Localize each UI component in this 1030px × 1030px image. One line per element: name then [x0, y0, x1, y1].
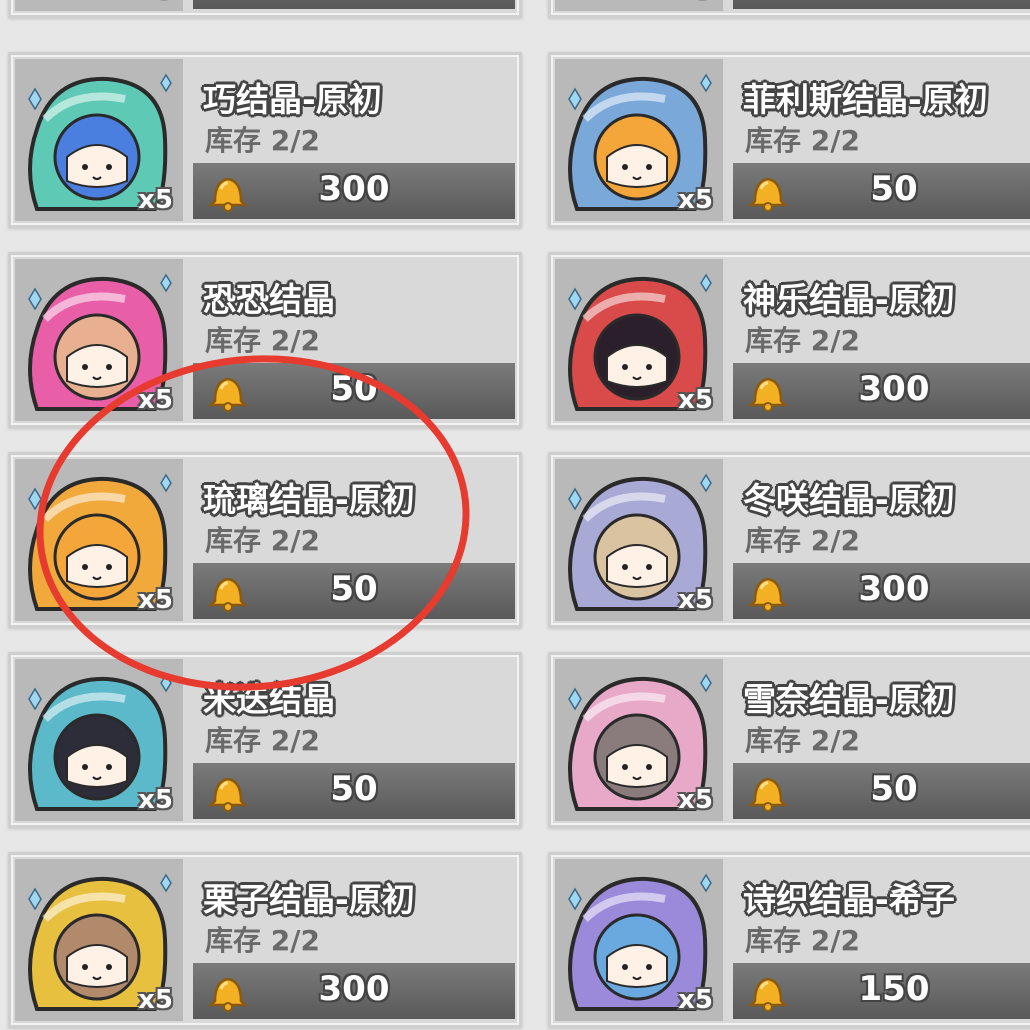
item-quantity: x5 — [678, 985, 713, 1015]
item-thumbnail: x10 — [15, 0, 183, 11]
item-stock: 库存 2/2 — [205, 124, 320, 157]
price-bar[interactable]: 50 — [733, 163, 1030, 219]
item-price: 50 — [870, 769, 918, 809]
price-bar: 480 — [193, 0, 515, 9]
shop-item-card[interactable]: x5 菲利斯结晶-原初 库存 2/2 50 — [548, 52, 1030, 228]
item-quantity: x5 — [678, 785, 713, 815]
item-thumbnail: x5 — [555, 859, 723, 1021]
item-quantity: x5 — [138, 985, 173, 1015]
item-thumbnail: x5 — [15, 859, 183, 1021]
shop-item-card[interactable]: x5 神乐结晶-原初 库存 2/2 300 — [548, 252, 1030, 428]
item-name: 米迭结晶 — [203, 680, 335, 719]
item-name: 巧结晶-原初 — [203, 80, 382, 119]
item-name: 诗织结晶-希子 — [743, 880, 955, 919]
item-stock: 库存 2/2 — [745, 924, 860, 957]
shop-item-card-partial-left[interactable]: x10 480 — [8, 0, 522, 18]
item-quantity: x5 — [138, 185, 173, 215]
item-thumbnail: x5 — [15, 259, 183, 421]
item-quantity: x5 — [678, 185, 713, 215]
price-bar[interactable]: 300 — [193, 163, 515, 219]
item-stock: 库存 2/2 — [205, 724, 320, 757]
item-quantity: x10 — [120, 0, 173, 5]
price-bar[interactable]: 300 — [193, 963, 515, 1019]
item-stock: 库存 2/2 — [745, 324, 860, 357]
item-thumbnail: x5 — [555, 0, 723, 11]
item-thumbnail: x5 — [555, 459, 723, 621]
price-bar[interactable]: 50 — [733, 763, 1030, 819]
shop-item-card[interactable]: x5 冬咲结晶-原初 库存 2/2 300 — [548, 452, 1030, 628]
item-quantity: x5 — [138, 585, 173, 615]
item-price: 300 — [858, 369, 930, 409]
item-thumbnail: x5 — [555, 659, 723, 821]
price-bar[interactable]: 300 — [733, 563, 1030, 619]
item-stock: 库存 2/2 — [745, 724, 860, 757]
item-price: 150 — [858, 969, 930, 1009]
item-quantity: x5 — [678, 385, 713, 415]
shop-item-card[interactable]: x5 琉璃结晶-原初 库存 2/2 50 — [8, 452, 522, 628]
item-quantity: x5 — [678, 585, 713, 615]
price-bar: 150 — [733, 0, 1030, 9]
item-thumbnail: x5 — [15, 59, 183, 221]
item-thumbnail: x5 — [15, 459, 183, 621]
item-thumbnail: x5 — [555, 259, 723, 421]
item-name: 琉璃结晶-原初 — [203, 480, 415, 519]
shop-item-card[interactable]: x5 米迭结晶 库存 2/2 50 — [8, 652, 522, 828]
item-thumbnail: x5 — [15, 659, 183, 821]
item-price: 300 — [858, 569, 930, 609]
item-stock: 库存 2/2 — [205, 924, 320, 957]
item-price: 50 — [330, 569, 378, 609]
item-price: 300 — [318, 169, 390, 209]
item-price: 300 — [318, 969, 390, 1009]
item-name: 恐恐结晶 — [203, 280, 335, 319]
item-name: 菲利斯结晶-原初 — [743, 80, 988, 119]
price-bar[interactable]: 300 — [733, 363, 1030, 419]
price-bar[interactable]: 50 — [193, 363, 515, 419]
item-quantity: x5 — [678, 0, 713, 5]
shop-item-card[interactable]: x5 雪奈结晶-原初 库存 2/2 50 — [548, 652, 1030, 828]
item-stock: 库存 2/2 — [205, 524, 320, 557]
shop-item-card[interactable]: x5 巧结晶-原初 库存 2/2 300 — [8, 52, 522, 228]
shop-item-card-partial-right[interactable]: x5 150 — [548, 0, 1030, 18]
item-price: 50 — [330, 769, 378, 809]
price-bar[interactable]: 50 — [193, 563, 515, 619]
item-quantity: x5 — [138, 785, 173, 815]
item-stock: 库存 2/2 — [205, 324, 320, 357]
item-name: 神乐结晶-原初 — [743, 280, 955, 319]
price-bar[interactable]: 150 — [733, 963, 1030, 1019]
item-price: 50 — [330, 369, 378, 409]
item-name: 栗子结晶-原初 — [203, 880, 415, 919]
item-stock: 库存 2/2 — [745, 524, 860, 557]
item-thumbnail: x5 — [555, 59, 723, 221]
item-quantity: x5 — [138, 385, 173, 415]
shop-item-card[interactable]: x5 诗织结晶-希子 库存 2/2 150 — [548, 852, 1030, 1028]
price-bar[interactable]: 50 — [193, 763, 515, 819]
item-name: 雪奈结晶-原初 — [743, 680, 955, 719]
item-stock: 库存 2/2 — [745, 124, 860, 157]
shop-item-card[interactable]: x5 恐恐结晶 库存 2/2 50 — [8, 252, 522, 428]
shop-grid: x10 480 x5 150 x5 巧结晶-原初 库存 2/2 — [0, 0, 1030, 1030]
item-name: 冬咲结晶-原初 — [743, 480, 955, 519]
shop-item-card[interactable]: x5 栗子结晶-原初 库存 2/2 300 — [8, 852, 522, 1028]
item-price: 50 — [870, 169, 918, 209]
